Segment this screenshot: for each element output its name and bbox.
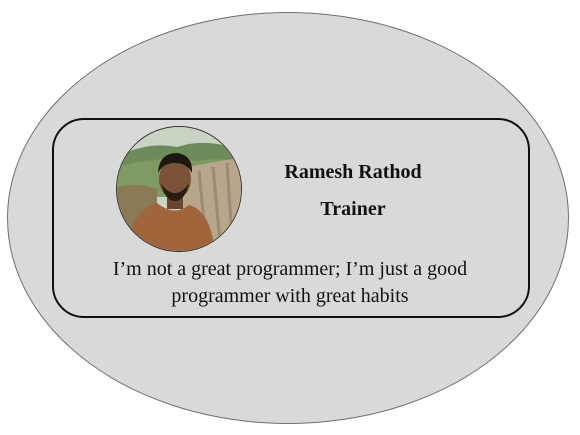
profile-photo-icon <box>116 126 242 252</box>
trainer-quote: I’m not a great programmer; I’m just a g… <box>112 258 468 307</box>
trainer-role: Trainer <box>320 198 386 220</box>
canvas: Ramesh Rathod Trainer I’m not a great pr… <box>0 0 580 435</box>
trainer-name: Ramesh Rathod <box>284 161 422 183</box>
